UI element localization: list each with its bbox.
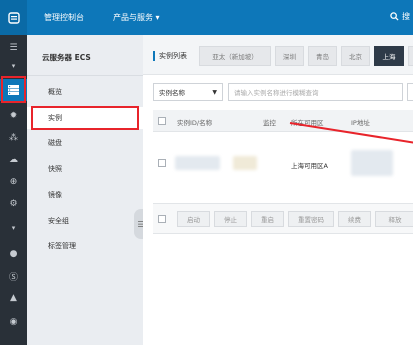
chevron-down-icon-select: ▼ — [212, 88, 217, 96]
tab-region-singapore[interactable]: 亚太（新加坡） — [199, 46, 271, 66]
ip-address-blurred — [351, 150, 393, 176]
tab-region-shenzhen[interactable]: 深圳 — [275, 46, 304, 66]
batch-select-checkbox[interactable] — [158, 215, 166, 223]
chevron-down-icon-2[interactable]: ▾ — [0, 217, 27, 239]
cloud-icon[interactable]: ☁ — [0, 149, 27, 171]
search-label: 搜 — [402, 12, 410, 21]
sidebar-item-security-groups[interactable]: 安全组 — [48, 216, 69, 226]
user-icon[interactable]: ● — [0, 243, 27, 265]
column-instance-id[interactable]: 实例ID/名称 — [177, 117, 212, 127]
filter-select[interactable]: 实例名称 ▼ — [153, 83, 223, 101]
renew-button[interactable]: 续费 — [338, 211, 371, 227]
start-button[interactable]: 启动 — [177, 211, 210, 227]
table-row: 上海可用区A — [153, 132, 413, 204]
global-search[interactable]: 搜 — [390, 11, 410, 22]
column-ip: IP地址 — [351, 119, 370, 127]
release-button[interactable]: 释放 — [375, 211, 413, 227]
tab-region-more[interactable] — [408, 46, 413, 66]
sidebar-item-tags[interactable]: 标签管理 — [48, 241, 76, 251]
products-services-menu[interactable]: 产品与服务 ▾ — [113, 12, 160, 23]
row-checkbox[interactable] — [158, 159, 166, 167]
search-button[interactable] — [407, 83, 413, 101]
sidebar-item-disks[interactable]: 磁盘 — [48, 138, 62, 148]
region-tabs: 实例列表 亚太（新加坡） 深圳 青岛 北京 上海 — [143, 35, 413, 75]
main-content: 实例列表 亚太（新加坡） 深圳 青岛 北京 上海 实例名称 ▼ 请输入实例名称进… — [143, 35, 413, 345]
console-logo-icon — [7, 11, 20, 24]
ecs-icon-highlight — [1, 76, 26, 103]
top-navbar: 管理控制台 产品与服务 ▾ 搜 — [0, 0, 413, 35]
tab-region-qingdao[interactable]: 青岛 — [308, 46, 337, 66]
console-title-link[interactable]: 管理控制台 — [44, 12, 84, 23]
reset-password-button[interactable]: 重置密码 — [288, 211, 334, 227]
sidebar-item-overview[interactable]: 概览 — [48, 87, 62, 97]
restart-button[interactable]: 重启 — [251, 211, 284, 227]
stop-button[interactable]: 停止 — [214, 211, 247, 227]
sidebar-title: 云服务器 ECS — [42, 53, 91, 62]
batch-action-bar: 启动 停止 重启 重置密码 续费 释放 — [153, 204, 413, 234]
chevron-down-icon[interactable]: ▾ — [0, 55, 27, 77]
gear-icon[interactable]: ✹ — [0, 105, 27, 127]
row-zone: 上海可用区A — [291, 162, 328, 170]
column-monitor: 监控 — [263, 119, 276, 127]
help-icon[interactable]: ◉ — [0, 311, 27, 333]
search-icon — [390, 12, 399, 21]
tab-region-shanghai[interactable]: 上海 — [374, 46, 404, 66]
globe-icon[interactable]: ⊕ — [0, 171, 27, 193]
settings-icon[interactable]: ⚙ — [0, 193, 27, 215]
tab-region-beijing[interactable]: 北京 — [341, 46, 370, 66]
instance-id-blurred[interactable] — [175, 156, 220, 170]
search-placeholder: 请输入实例名称进行模糊查询 — [234, 89, 319, 97]
sidebar-divider — [27, 75, 143, 76]
instance-table-header: 实例ID/名称 监控 所在可用区 IP地址 — [153, 110, 413, 132]
ecs-sidebar: 云服务器 ECS 概览 实例 磁盘 快照 镜像 安全组 标签管理 — [27, 35, 143, 345]
lab-icon[interactable]: ▲ — [0, 287, 27, 309]
search-input[interactable]: 请输入实例名称进行模糊查询 — [228, 83, 403, 101]
sidebar-item-snapshots[interactable]: 快照 — [48, 164, 62, 174]
filter-select-value: 实例名称 — [159, 89, 185, 97]
instances-highlight — [31, 106, 139, 130]
billing-icon[interactable]: Ⓢ — [0, 265, 27, 287]
instance-list-label: 实例列表 — [153, 51, 187, 61]
select-all-checkbox[interactable] — [158, 117, 166, 125]
status-blurred — [233, 156, 257, 170]
network-icon[interactable]: ⁂ — [0, 127, 27, 149]
sidebar-item-images[interactable]: 镜像 — [48, 190, 62, 200]
console-home-button[interactable] — [0, 0, 27, 35]
